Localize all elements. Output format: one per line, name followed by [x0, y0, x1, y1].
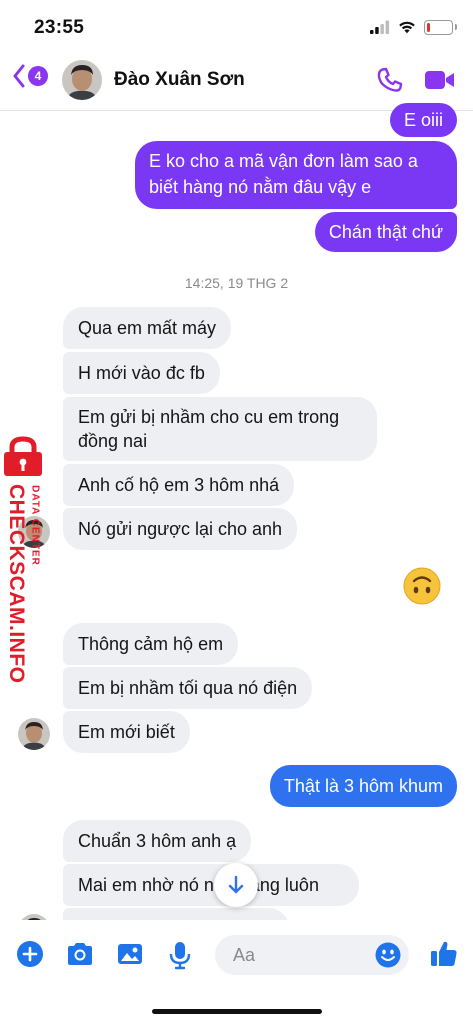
arrow-down-icon	[228, 875, 244, 894]
message-input-placeholder: Aa	[233, 944, 256, 965]
message-composer: Aa	[0, 920, 473, 1024]
signal-icon	[370, 20, 390, 34]
watermark-brand-wrap: CHECKSCAM.INFO	[2, 482, 28, 684]
message-incoming[interactable]: Thông cảm hộ em	[63, 623, 239, 665]
video-call-button[interactable]	[424, 68, 456, 97]
thumbs-up-icon	[431, 941, 457, 966]
video-camera-icon	[425, 71, 454, 89]
message-incoming[interactable]: Chuẩn 3 hôm anh ạ	[63, 820, 252, 862]
plus-circle-icon	[17, 941, 43, 967]
contact-avatar[interactable]	[62, 60, 102, 100]
status-time: 23:55	[34, 17, 85, 38]
padlock-icon	[4, 436, 42, 476]
message-incoming[interactable]: Em bị nhầm tối qua nó điện	[63, 667, 313, 709]
message-text-line: Em gửi bị nhầm cho cu em trong	[78, 407, 340, 427]
status-icons	[370, 18, 457, 36]
message-incoming[interactable]: Em mới biết	[63, 711, 190, 753]
message-incoming[interactable]: Qua em mất máy	[63, 307, 232, 349]
message-text-line: đồng nai	[78, 431, 148, 451]
avatar-photo	[18, 718, 50, 750]
voice-message-button[interactable]	[168, 940, 192, 975]
voice-call-button[interactable]	[376, 66, 404, 99]
chevron-left-icon	[13, 64, 25, 88]
wifi-icon	[399, 21, 415, 34]
message-incoming[interactable]: Mai em nhờ nó n hàng luôn	[63, 864, 359, 906]
message-incoming[interactable]: Anh cố hộ em 3 hôm nhá	[63, 464, 295, 506]
message-incoming[interactable]: H mới vào đc fb	[63, 352, 220, 394]
battery-level	[427, 22, 430, 32]
unread-count-badge: 4	[28, 66, 48, 86]
like-button[interactable]	[429, 938, 459, 973]
phone-icon	[377, 67, 403, 92]
contact-name[interactable]: Đào Xuân Sơn	[114, 69, 245, 91]
message-outgoing[interactable]: Chán thật chứ	[314, 212, 457, 252]
message-outgoing[interactable]: E oiii	[389, 103, 457, 137]
message-outgoing[interactable]: E ko cho a mã vận đơn làm sao a biết hàn…	[135, 141, 457, 209]
emoji-button[interactable]	[375, 942, 401, 973]
watermark-sub-wrap: DATA CENTER	[28, 482, 42, 572]
message-text-line: biết hàng nó nằm đâu vậy e	[149, 177, 372, 197]
emoji-message[interactable]	[403, 567, 441, 610]
camera-icon	[68, 943, 92, 965]
message-incoming[interactable]: Em gửi bị nhầm cho cu em trong đồng nai	[63, 397, 377, 461]
battery-icon	[424, 19, 457, 35]
microphone-icon	[169, 942, 191, 970]
photo-icon	[118, 944, 142, 964]
message-text-part: Mai em nhờ nó n	[78, 875, 214, 895]
watermark-brand: CHECKSCAM.INFO	[5, 484, 28, 684]
upside-down-face-icon	[403, 567, 441, 605]
back-button[interactable]: 4	[12, 64, 48, 88]
avatar-photo	[62, 60, 102, 100]
conversation-header: 4 Đào Xuân Sơn	[0, 50, 473, 111]
sender-avatar[interactable]	[18, 718, 50, 750]
watermark-sub: DATA CENTER	[29, 485, 41, 566]
gallery-button[interactable]	[116, 940, 144, 973]
home-indicator[interactable]	[152, 1009, 322, 1014]
camera-button[interactable]	[65, 940, 95, 973]
more-actions-button[interactable]	[16, 940, 44, 973]
message-outgoing[interactable]: Thật là 3 hôm khum	[269, 765, 457, 807]
scroll-to-bottom-button[interactable]	[214, 863, 258, 907]
conversation-timestamp: 14:25, 19 THG 2	[184, 275, 289, 291]
watermark: CHECKSCAM.INFO DATA CENTER	[0, 436, 60, 684]
message-incoming[interactable]: Nó gửi ngược lại cho anh	[63, 508, 298, 550]
message-text-line: E ko cho a mã vận đơn làm sao a	[149, 151, 418, 171]
smiley-icon	[375, 942, 401, 968]
